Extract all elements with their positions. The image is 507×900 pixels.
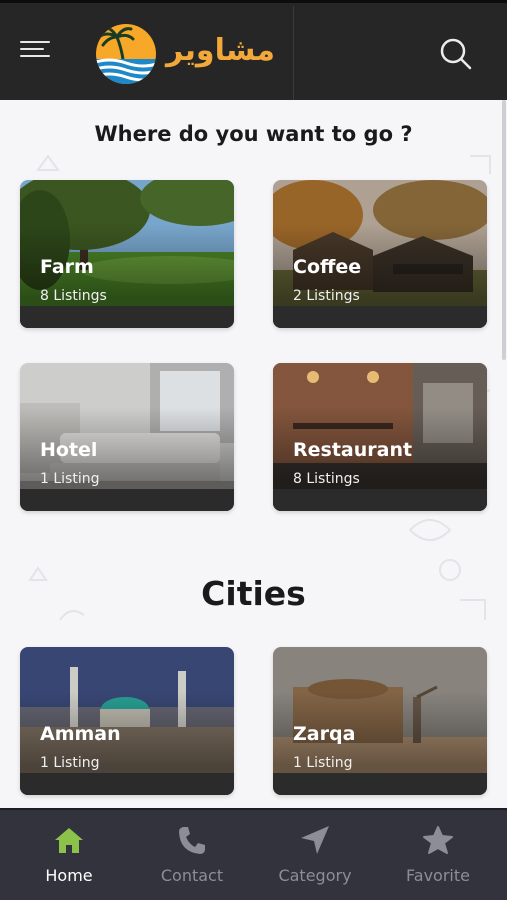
nav-favorite[interactable]: Favorite xyxy=(375,810,501,900)
hamburger-menu-icon xyxy=(20,41,50,43)
home-icon xyxy=(55,828,83,853)
nav-label: Home xyxy=(45,866,93,885)
category-card-restaurant[interactable]: Restaurant 8 Listings xyxy=(273,363,487,511)
category-title: Hotel xyxy=(40,439,98,461)
city-count: 1 Listing xyxy=(293,755,353,771)
city-title: Zarqa xyxy=(293,723,356,745)
city-card-amman[interactable]: Amman 1 Listing xyxy=(20,647,234,795)
category-title: Restaurant xyxy=(293,439,413,461)
star-icon xyxy=(423,826,453,854)
category-count: 2 Listings xyxy=(293,288,360,304)
scrollbar[interactable] xyxy=(502,100,506,360)
city-count: 1 Listing xyxy=(40,755,100,771)
category-title: Coffee xyxy=(293,256,362,278)
category-card-hotel[interactable]: Hotel 1 Listing xyxy=(20,363,234,511)
category-title: Farm xyxy=(40,256,94,278)
cities-heading: Cities xyxy=(201,574,306,613)
bottom-navigation: Home Contact Category Favorite xyxy=(0,808,507,900)
search-icon[interactable] xyxy=(438,36,474,72)
category-count: 8 Listings xyxy=(293,471,360,487)
navigation-arrow-icon xyxy=(301,826,329,854)
page-heading: Where do you want to go ? xyxy=(94,122,413,146)
header-divider xyxy=(293,6,294,103)
app-brand-name: مشاوير xyxy=(166,33,275,68)
top-app-bar: مشاوير xyxy=(0,0,507,103)
city-card-zarqa[interactable]: Zarqa 1 Listing xyxy=(273,647,487,795)
city-title: Amman xyxy=(40,723,121,745)
nav-category[interactable]: Category xyxy=(252,810,378,900)
category-count: 1 Listing xyxy=(40,471,100,487)
menu-button[interactable] xyxy=(20,41,52,65)
category-card-farm[interactable]: Farm 8 Listings xyxy=(20,180,234,328)
nav-label: Category xyxy=(278,866,352,885)
nav-label: Favorite xyxy=(406,866,470,885)
nav-contact[interactable]: Contact xyxy=(129,810,255,900)
main-content[interactable]: Where do you want to go ? Farm 8 Listing… xyxy=(0,100,507,808)
category-card-coffee[interactable]: Coffee 2 Listings xyxy=(273,180,487,328)
nav-home[interactable]: Home xyxy=(6,810,132,900)
palm-sunset-logo xyxy=(96,24,156,84)
nav-label: Contact xyxy=(160,866,224,885)
phone-icon xyxy=(179,827,205,854)
category-count: 8 Listings xyxy=(40,288,107,304)
